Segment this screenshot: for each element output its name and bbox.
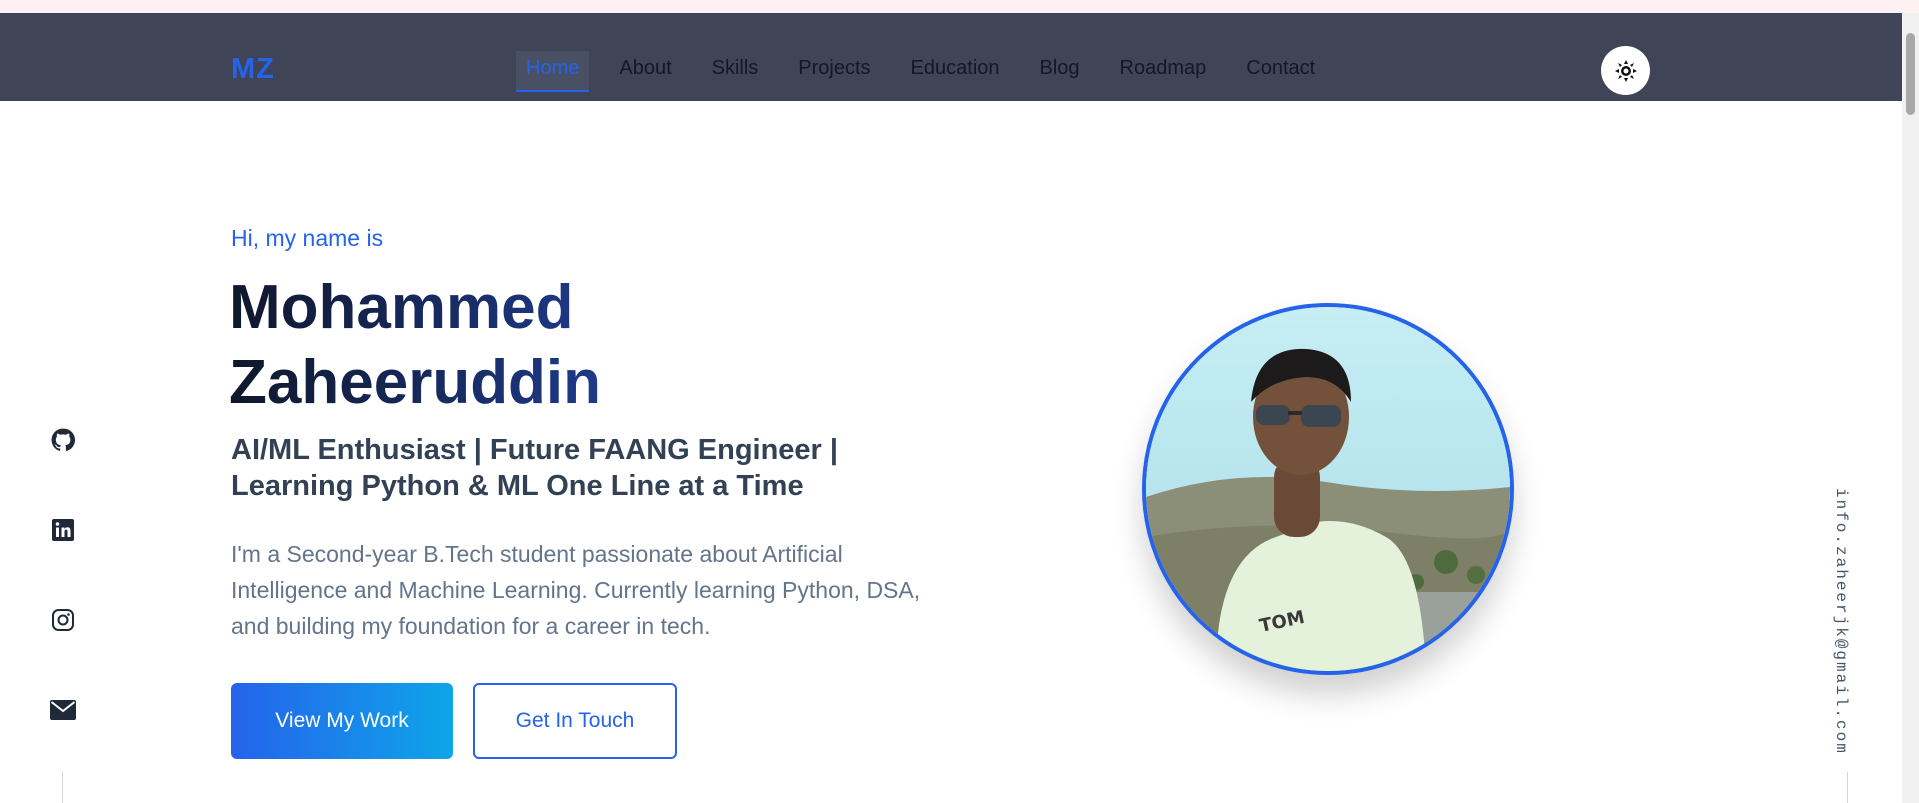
nav-link-roadmap[interactable]: Roadmap xyxy=(1110,51,1217,92)
sun-icon xyxy=(1614,59,1637,82)
navbar: MZ Home About Skills Projects Education … xyxy=(0,13,1902,101)
nav-link-blog[interactable]: Blog xyxy=(1030,51,1090,92)
nav-links: Home About Skills Projects Education Blo… xyxy=(516,51,1345,92)
mail-icon[interactable] xyxy=(48,695,78,725)
left-rail-line xyxy=(62,772,63,803)
hero-tagline-line2: Learning Python & ML One Line at a Time xyxy=(231,470,804,502)
right-rail-line xyxy=(1847,772,1848,803)
hero-name-first: Mohammed xyxy=(229,273,574,342)
hero-greeting: Hi, my name is xyxy=(231,225,384,251)
theme-toggle-button[interactable] xyxy=(1601,46,1650,95)
nav-link-contact[interactable]: Contact xyxy=(1236,51,1325,92)
hero-tagline: AI/ML Enthusiast | Future FAANG Engineer… xyxy=(231,432,931,504)
nav-link-projects[interactable]: Projects xyxy=(788,51,880,92)
nav-link-home[interactable]: Home xyxy=(516,51,590,92)
instagram-icon[interactable] xyxy=(48,605,78,635)
profile-photo: TOM xyxy=(1142,303,1514,675)
nav-link-skills[interactable]: Skills xyxy=(702,51,769,92)
scrollbar-thumb[interactable] xyxy=(1906,33,1915,115)
github-icon[interactable] xyxy=(48,425,78,455)
top-strip xyxy=(0,0,1919,13)
linkedin-icon[interactable] xyxy=(48,515,78,545)
nav-link-about[interactable]: About xyxy=(609,51,681,92)
scrollbar[interactable] xyxy=(1902,13,1919,803)
hero-name-last: Zaheeruddin xyxy=(229,348,602,417)
hero-bio: I'm a Second-year B.Tech student passion… xyxy=(231,541,921,639)
hero-name: Mohammed Zaheeruddin xyxy=(229,270,601,420)
logo[interactable]: MZ xyxy=(231,53,275,86)
nav-link-education[interactable]: Education xyxy=(901,51,1010,92)
view-my-work-button[interactable]: View My Work xyxy=(231,683,453,759)
hero-tagline-line1: AI/ML Enthusiast | Future FAANG Engineer… xyxy=(231,434,839,466)
vertical-email-link[interactable]: info.zaheerjk@gmail.com xyxy=(1832,488,1850,755)
get-in-touch-button[interactable]: Get In Touch xyxy=(473,683,677,759)
